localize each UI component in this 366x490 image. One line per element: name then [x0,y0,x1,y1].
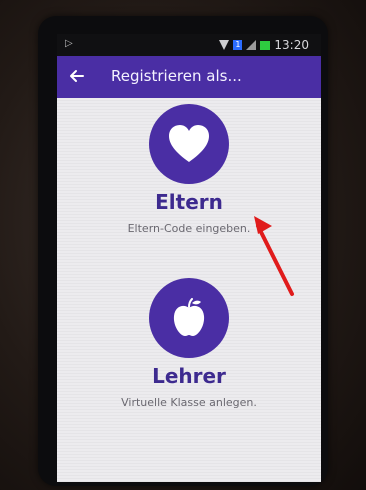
page-title: Registrieren als... [111,67,242,85]
heart-icon [169,125,209,162]
apple-icon [173,298,205,336]
annotation-arrow [254,216,294,296]
play-store-icon: ▷ [65,38,73,49]
teacher-subtitle: Virtuelle Klasse anlegen. [121,396,257,409]
signal-icon [246,40,257,50]
option-teacher[interactable]: Lehrer Virtuelle Klasse anlegen. [57,278,321,478]
status-icons: 1 13:20 [219,38,309,52]
parents-icon-circle [149,104,229,184]
status-bar: ▷ 1 13:20 [57,34,321,56]
back-button[interactable] [65,64,89,88]
teacher-title: Lehrer [152,364,226,388]
teacher-icon-circle [149,278,229,358]
app-bar: Registrieren als... [57,56,321,98]
arrow-left-icon [70,70,84,82]
battery-icon [260,40,271,50]
status-time: 13:20 [274,38,309,52]
notification-badge: 1 [233,40,243,50]
parents-title: Eltern [155,190,223,214]
wifi-icon [219,40,230,50]
